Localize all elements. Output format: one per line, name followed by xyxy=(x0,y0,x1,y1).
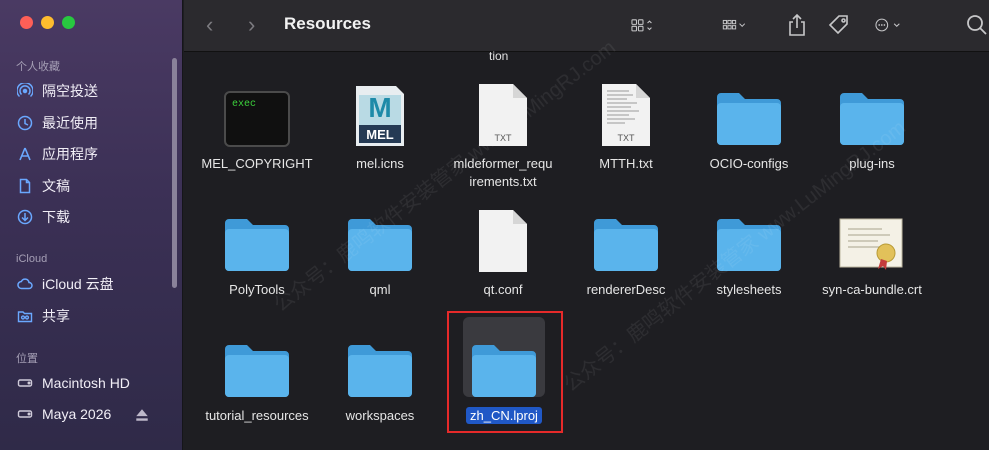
file-label: stylesheets xyxy=(716,282,782,297)
sidebar-item-label: Macintosh HD xyxy=(42,375,130,391)
applications-icon xyxy=(16,145,34,163)
text-file-icon: TXT xyxy=(441,75,565,147)
file-label: syn-ca-bundle.crt xyxy=(822,282,922,297)
window-controls xyxy=(20,16,75,29)
folder-item-tutorial-resources[interactable]: tutorial_resources xyxy=(195,327,319,425)
minimize-button[interactable] xyxy=(41,16,54,29)
airdrop-icon xyxy=(16,82,34,100)
folder-icon xyxy=(195,201,319,273)
file-label: PolyTools xyxy=(229,282,285,297)
file-label: plug-ins xyxy=(849,156,895,171)
file-label: rendererDesc xyxy=(586,282,666,297)
file-label: mel.icns xyxy=(356,156,404,171)
sidebar-item-label: 共享 xyxy=(42,308,70,324)
sidebar-item-recents[interactable]: 最近使用 xyxy=(16,112,176,134)
folder-icon xyxy=(810,75,934,147)
file-label: workspaces xyxy=(345,408,415,423)
group-button[interactable] xyxy=(722,12,748,43)
mel-icon: M MEL xyxy=(318,75,442,147)
folder-icon xyxy=(195,327,319,399)
svg-text:exec: exec xyxy=(232,99,256,110)
sidebar-section-icloud: iCloud xyxy=(16,253,48,265)
partial-item-label: tion xyxy=(489,49,509,63)
file-label: qml xyxy=(369,282,391,297)
sidebar-section-locations: 位置 xyxy=(16,353,38,365)
shared-folder-icon xyxy=(16,307,34,325)
file-item-mel-icns[interactable]: M MEL mel.icns xyxy=(318,75,442,173)
forward-button[interactable]: › xyxy=(248,12,255,38)
svg-text:M: M xyxy=(368,92,391,123)
more-actions-icon[interactable] xyxy=(874,12,900,43)
folder-icon xyxy=(318,327,442,399)
sidebar-item-label: 最近使用 xyxy=(42,115,98,131)
file-label: mldeformer_requ irements.txt xyxy=(453,156,553,189)
file-label: MEL_COPYRIGHT xyxy=(201,156,313,171)
text-file-icon: TXT xyxy=(564,75,688,147)
disk-icon xyxy=(16,374,34,392)
file-item-syn-ca-bundle[interactable]: syn-ca-bundle.crt xyxy=(810,201,934,299)
sidebar-item-icloud-drive[interactable]: iCloud 云盘 xyxy=(16,273,176,295)
folder-item-workspaces[interactable]: workspaces xyxy=(318,327,442,425)
back-button[interactable]: ‹ xyxy=(206,12,213,38)
document-icon xyxy=(16,177,34,195)
clock-icon xyxy=(16,114,34,132)
folder-item-qml[interactable]: qml xyxy=(318,201,442,299)
cloud-icon xyxy=(16,275,34,293)
file-label: tutorial_resources xyxy=(205,408,309,423)
svg-text:MEL: MEL xyxy=(366,127,394,142)
folder-item-stylesheets[interactable]: stylesheets xyxy=(687,201,811,299)
sidebar-item-maya-2026[interactable]: Maya 2026 xyxy=(16,403,176,425)
file-label: MTTH.txt xyxy=(599,156,653,171)
sidebar-item-label: 下载 xyxy=(42,209,70,225)
folder-icon xyxy=(318,201,442,273)
folder-item-plug-ins[interactable]: plug-ins xyxy=(810,75,934,173)
sidebar: 个人收藏 隔空投送 最近使用 应用程序 文稿 下载 iCloud iCloud … xyxy=(0,0,183,450)
file-item-mel-copyright[interactable]: exec MEL_COPYRIGHT xyxy=(195,75,319,173)
view-grid-button[interactable] xyxy=(630,12,656,43)
sidebar-item-label: 隔空投送 xyxy=(42,83,98,99)
folder-icon xyxy=(564,201,688,273)
sidebar-item-documents[interactable]: 文稿 xyxy=(16,175,176,197)
eject-icon[interactable] xyxy=(134,407,150,426)
file-item-qt-conf[interactable]: qt.conf xyxy=(441,201,565,299)
sidebar-item-label: 应用程序 xyxy=(42,146,98,162)
file-icon xyxy=(441,201,565,273)
annotation-highlight-box xyxy=(447,311,563,433)
zoom-button[interactable] xyxy=(62,16,75,29)
download-icon xyxy=(16,208,34,226)
sidebar-item-label: 文稿 xyxy=(42,178,70,194)
folder-item-ocio-configs[interactable]: OCIO-configs xyxy=(687,75,811,173)
folder-icon xyxy=(687,201,811,273)
sidebar-item-macintosh-hd[interactable]: Macintosh HD xyxy=(16,372,176,394)
sidebar-item-shared[interactable]: 共享 xyxy=(16,305,176,327)
sidebar-item-label: Maya 2026 xyxy=(42,406,112,422)
folder-item-polytools[interactable]: PolyTools xyxy=(195,201,319,299)
exec-icon: exec xyxy=(195,75,319,147)
sidebar-section-favorites: 个人收藏 xyxy=(16,61,60,73)
window-title: Resources xyxy=(284,14,371,33)
sidebar-item-downloads[interactable]: 下载 xyxy=(16,206,176,228)
file-grid: tion exec MEL_COPYRIGHT M MEL mel.icns TX… xyxy=(184,49,989,450)
disk-icon xyxy=(16,405,34,423)
svg-text:TXT: TXT xyxy=(618,133,636,143)
sidebar-item-label: iCloud 云盘 xyxy=(42,276,114,292)
tag-icon[interactable] xyxy=(826,12,852,43)
toolbar: ‹ › Resources xyxy=(184,0,989,52)
file-item-mtth-txt[interactable]: TXT MTTH.txt xyxy=(564,75,688,173)
sidebar-scrollbar[interactable] xyxy=(172,58,177,288)
file-label: qt.conf xyxy=(483,282,523,297)
search-icon[interactable] xyxy=(964,12,989,43)
file-item-mldeformer-requirements[interactable]: TXT mldeformer_requ irements.txt xyxy=(441,75,565,191)
folder-item-rendererdesc[interactable]: rendererDesc xyxy=(564,201,688,299)
share-icon[interactable] xyxy=(784,12,810,43)
folder-icon xyxy=(687,75,811,147)
sidebar-item-applications[interactable]: 应用程序 xyxy=(16,143,176,165)
file-label: OCIO-configs xyxy=(709,156,789,171)
close-button[interactable] xyxy=(20,16,33,29)
certificate-icon xyxy=(810,201,934,273)
sidebar-item-airdrop[interactable]: 隔空投送 xyxy=(16,80,176,102)
svg-text:TXT: TXT xyxy=(495,133,513,143)
